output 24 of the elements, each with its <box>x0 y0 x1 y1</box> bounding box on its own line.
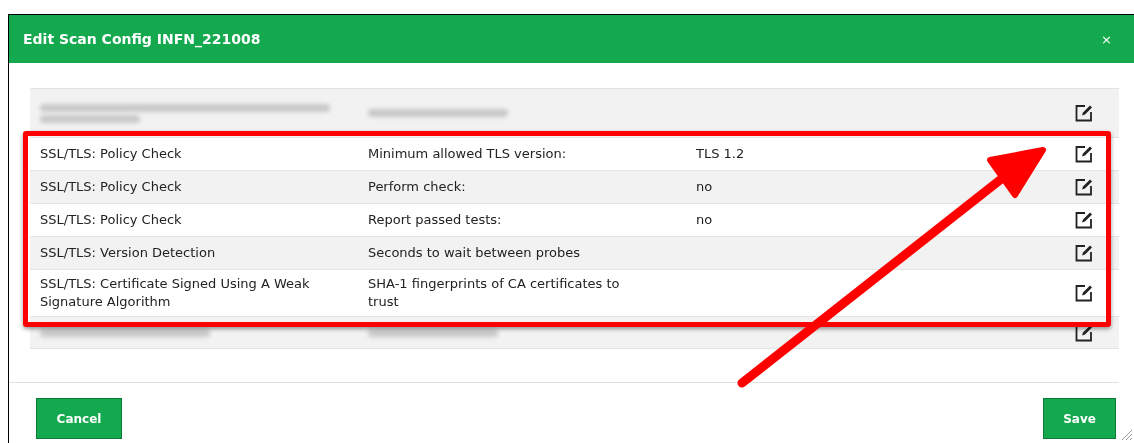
preference-name: Seconds to wait between probes <box>368 245 580 260</box>
edit-icon[interactable] <box>1075 178 1093 196</box>
resize-grip-icon[interactable] <box>1120 428 1133 441</box>
save-button[interactable]: Save <box>1043 398 1116 439</box>
edit-icon[interactable] <box>1075 244 1093 262</box>
close-button[interactable]: × <box>1101 32 1112 46</box>
nvt-name: SSL/TLS: Policy Check <box>40 146 182 161</box>
edit-icon[interactable] <box>1075 145 1093 163</box>
edit-icon[interactable] <box>1075 104 1093 122</box>
preference-value: TLS 1.2 <box>696 146 745 161</box>
preference-value: no <box>696 212 713 227</box>
nvt-name: SSL/TLS: Version Detection <box>40 245 216 260</box>
preference-name: Perform check: <box>368 179 466 194</box>
cancel-button[interactable]: Cancel <box>36 398 122 439</box>
nvt-name: SSL/TLS: Policy Check <box>40 212 182 227</box>
dialog-title: Edit Scan Config INFN_221008 <box>23 29 261 50</box>
nvt-name: SSL/TLS: Certificate Signed Using A Weak Signature Algorithm <box>40 276 310 309</box>
preference-name: Report passed tests: <box>368 212 502 227</box>
edit-icon[interactable] <box>1075 284 1093 302</box>
preference-name: SHA-1 fingerprints of CA certificates to trust <box>368 276 620 309</box>
preference-name: Minimum allowed TLS version: <box>368 146 567 161</box>
nvt-name: SSL/TLS: Policy Check <box>40 179 182 194</box>
preference-value: no <box>696 179 713 194</box>
edit-icon[interactable] <box>1075 211 1093 229</box>
